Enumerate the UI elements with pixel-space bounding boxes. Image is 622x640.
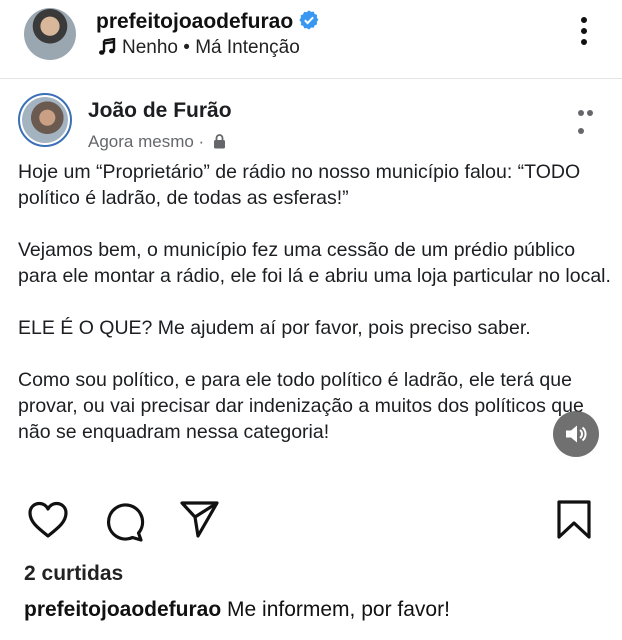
bookmark-icon[interactable]: [556, 500, 592, 545]
music-artist: Nenho: [122, 37, 178, 58]
action-bar: [0, 500, 622, 542]
sound-toggle-button[interactable]: [553, 411, 599, 457]
profile-avatar[interactable]: [24, 8, 76, 60]
post-paragraph: Como sou político, e para ele todo polít…: [18, 369, 584, 443]
post-time: Agora mesmo: [88, 132, 194, 151]
lock-icon: [209, 132, 226, 151]
like-heart-icon[interactable]: [26, 500, 70, 545]
author-name[interactable]: João de Furão: [88, 99, 232, 123]
likes-count[interactable]: 2 curtidas: [24, 562, 123, 586]
more-horizontal-icon[interactable]: [578, 103, 604, 134]
post-paragraph: ELE É O QUE? Me ajudem aí por favor, poi…: [18, 317, 531, 339]
music-title: Má Intenção: [195, 37, 300, 58]
more-vertical-icon[interactable]: [576, 17, 592, 53]
username-row[interactable]: prefeitojoaodefurao: [96, 9, 320, 37]
music-separator: •: [178, 37, 196, 58]
author-avatar[interactable]: [18, 93, 72, 147]
share-send-icon[interactable]: [179, 500, 221, 545]
post-paragraph: Hoje um “Proprietário” de rádio no nosso…: [18, 161, 581, 209]
music-info[interactable]: Nenho • Má Intenção: [98, 37, 300, 59]
music-note-icon: [98, 37, 122, 58]
caption: prefeitojoaodefurao Me informem, por fav…: [24, 598, 450, 622]
comment-bubble-icon[interactable]: [102, 500, 146, 547]
caption-username[interactable]: prefeitojoaodefurao: [24, 598, 221, 621]
post-header: prefeitojoaodefurao Nenho • Má Intenção: [0, 0, 622, 78]
post-body: Hoje um “Proprietário” de rádio no nosso…: [18, 159, 618, 471]
meta-separator: ·: [193, 132, 209, 151]
caption-text: Me informem, por favor!: [221, 598, 450, 621]
post-meta: Agora mesmo ·: [88, 132, 226, 152]
post-paragraph: Vejamos bem, o município fez uma cessão …: [18, 239, 611, 287]
verified-badge-icon: [298, 9, 320, 37]
speaker-icon: [566, 425, 587, 443]
username[interactable]: prefeitojoaodefurao: [96, 10, 293, 33]
post-card: João de Furão Agora mesmo · Hoje um “Pro…: [0, 79, 622, 489]
